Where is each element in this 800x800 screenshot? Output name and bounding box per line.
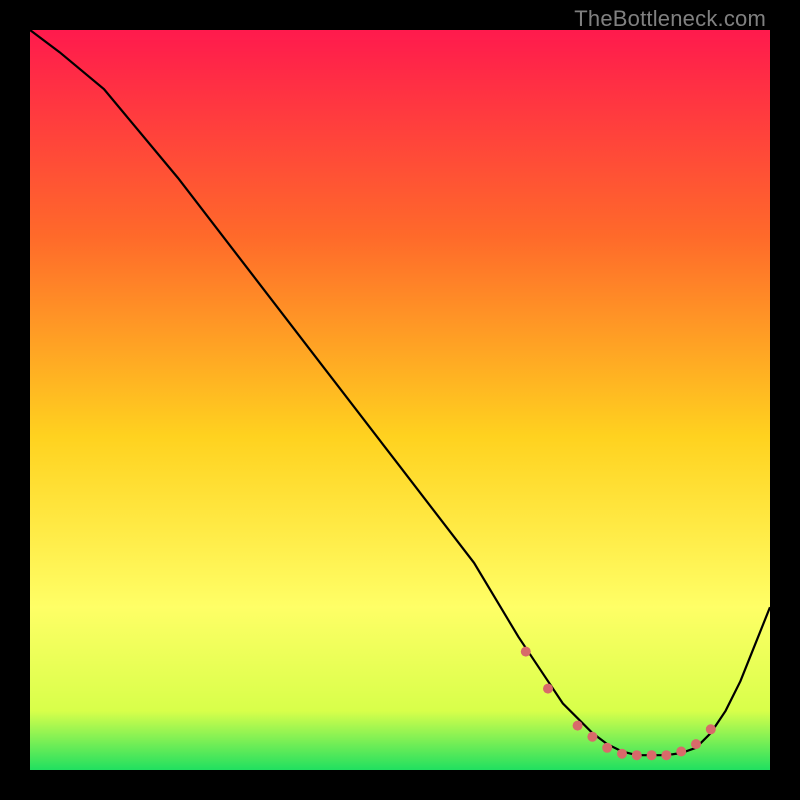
marker-dot [602, 743, 612, 753]
marker-dot [632, 750, 642, 760]
marker-dot [691, 739, 701, 749]
marker-dot [521, 647, 531, 657]
marker-dot [617, 749, 627, 759]
marker-dot [573, 721, 583, 731]
chart-svg [30, 30, 770, 770]
chart-frame [30, 30, 770, 770]
marker-dot [706, 724, 716, 734]
marker-dot [647, 750, 657, 760]
marker-dot [676, 747, 686, 757]
marker-dot [661, 750, 671, 760]
marker-dot [587, 732, 597, 742]
gradient-fill [30, 30, 770, 770]
watermark-text: TheBottleneck.com [574, 6, 766, 32]
marker-dot [543, 684, 553, 694]
